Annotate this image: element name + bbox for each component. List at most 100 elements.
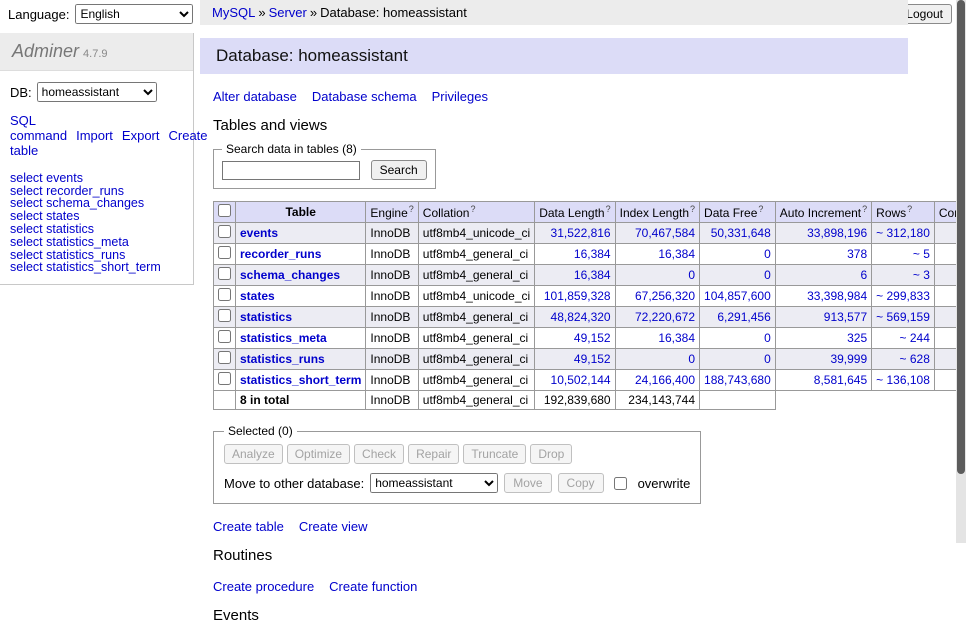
language-select[interactable]: English <box>75 4 193 24</box>
sidebar-select-link[interactable]: select events <box>10 172 183 185</box>
data-free-link[interactable]: 50,331,648 <box>711 226 771 240</box>
rows-link[interactable]: ~ 5 <box>913 247 930 261</box>
data-length-link[interactable]: 16,384 <box>574 268 611 282</box>
move-button[interactable]: Move <box>504 473 551 493</box>
sidebar-select-link[interactable]: select statistics <box>10 223 183 236</box>
data-length-link[interactable]: 10,502,144 <box>551 373 611 387</box>
rows-link[interactable]: ~ 136,108 <box>876 373 930 387</box>
doc-help-link[interactable]: ? <box>409 204 414 214</box>
doc-help-link[interactable]: ? <box>690 204 695 214</box>
doc-help-link[interactable]: ? <box>907 204 912 214</box>
table-name-link[interactable]: statistics_meta <box>240 331 327 345</box>
rows-link[interactable]: ~ 3 <box>913 268 930 282</box>
search-button[interactable]: Search <box>371 160 427 180</box>
routine-link[interactable]: Create procedure <box>213 579 314 594</box>
table-name-link[interactable]: states <box>240 289 275 303</box>
rows-link[interactable]: ~ 628 <box>900 352 930 366</box>
data-free-link[interactable]: 188,743,680 <box>704 373 771 387</box>
breadcrumb-server-link[interactable]: Server <box>269 5 307 20</box>
analyze-button[interactable]: Analyze <box>224 444 283 464</box>
doc-help-link[interactable]: ? <box>758 204 763 214</box>
routine-link[interactable]: Create function <box>329 579 417 594</box>
index-length-link[interactable]: 16,384 <box>658 247 695 261</box>
sidebar-select-link[interactable]: select statistics_meta <box>10 236 183 249</box>
data-length-link[interactable]: 101,859,328 <box>544 289 611 303</box>
index-length-link[interactable]: 72,220,672 <box>635 310 695 324</box>
table-name-link[interactable]: statistics_short_term <box>240 373 361 387</box>
index-length-link[interactable]: 67,256,320 <box>635 289 695 303</box>
data-length-link[interactable]: 16,384 <box>574 247 611 261</box>
data-length-link[interactable]: 49,152 <box>574 352 611 366</box>
sidebar-action-link[interactable]: SQL command <box>10 113 67 143</box>
breadcrumb-mysql-link[interactable]: MySQL <box>212 5 255 20</box>
db-action-link[interactable]: Privileges <box>432 89 488 104</box>
table-name-link[interactable]: statistics <box>240 310 292 324</box>
index-length-link[interactable]: 0 <box>688 352 695 366</box>
db-select[interactable]: homeassistant <box>37 82 157 102</box>
table-name-link[interactable]: events <box>240 226 278 240</box>
table-name-link[interactable]: recorder_runs <box>240 247 321 261</box>
truncate-button[interactable]: Truncate <box>463 444 526 464</box>
overwrite-checkbox[interactable] <box>614 477 627 490</box>
doc-help-link[interactable]: ? <box>606 204 611 214</box>
auto-increment-link[interactable]: 39,999 <box>830 352 867 366</box>
data-length-link[interactable]: 49,152 <box>574 331 611 345</box>
overwrite-label[interactable]: overwrite <box>638 476 691 491</box>
db-action-link[interactable]: Database schema <box>312 89 417 104</box>
create-link[interactable]: Create view <box>299 519 368 534</box>
doc-help-link[interactable]: ? <box>862 204 867 214</box>
data-length-link[interactable]: 48,824,320 <box>551 310 611 324</box>
row-checkbox[interactable] <box>218 246 231 259</box>
row-checkbox[interactable] <box>218 288 231 301</box>
data-free-link[interactable]: 0 <box>764 268 771 282</box>
row-checkbox[interactable] <box>218 351 231 364</box>
auto-increment-link[interactable]: 6 <box>860 268 867 282</box>
repair-button[interactable]: Repair <box>408 444 459 464</box>
scrollbar-thumb[interactable] <box>957 0 965 474</box>
table-name-link[interactable]: statistics_runs <box>240 352 325 366</box>
move-db-select[interactable]: homeassistant <box>370 473 498 493</box>
auto-increment-link[interactable]: 325 <box>847 331 867 345</box>
rows-link[interactable]: ~ 299,833 <box>876 289 930 303</box>
scrollbar[interactable] <box>956 0 966 543</box>
table-row: recorder_runsInnoDButf8mb4_general_ci16,… <box>214 244 966 265</box>
adminer-logo-link[interactable]: Adminer <box>12 41 79 61</box>
index-length-link[interactable]: 0 <box>688 268 695 282</box>
data-free-link[interactable]: 0 <box>764 352 771 366</box>
auto-increment-link[interactable]: 33,398,984 <box>807 289 867 303</box>
sidebar-action-link[interactable]: Export <box>122 128 160 143</box>
doc-help-link[interactable]: ? <box>470 204 475 214</box>
auto-increment-link[interactable]: 378 <box>847 247 867 261</box>
row-checkbox[interactable] <box>218 267 231 280</box>
search-input[interactable] <box>222 161 360 180</box>
data-free-link[interactable]: 0 <box>764 331 771 345</box>
select-all-checkbox[interactable] <box>218 204 231 217</box>
sidebar-action-link[interactable]: Import <box>76 128 113 143</box>
row-checkbox[interactable] <box>218 309 231 322</box>
index-length-link[interactable]: 24,166,400 <box>635 373 695 387</box>
rows-link[interactable]: ~ 312,180 <box>876 226 930 240</box>
sidebar-select-link[interactable]: select statistics_short_term <box>10 261 183 274</box>
copy-button[interactable]: Copy <box>558 473 604 493</box>
data-free-link[interactable]: 6,291,456 <box>717 310 770 324</box>
create-link[interactable]: Create table <box>213 519 284 534</box>
check-button[interactable]: Check <box>354 444 404 464</box>
optimize-button[interactable]: Optimize <box>287 444 350 464</box>
row-checkbox[interactable] <box>218 225 231 238</box>
table-name-link[interactable]: schema_changes <box>240 268 340 282</box>
auto-increment-link[interactable]: 913,577 <box>824 310 867 324</box>
rows-link[interactable]: ~ 569,159 <box>876 310 930 324</box>
rows-link[interactable]: ~ 244 <box>900 331 930 345</box>
row-select-cell <box>214 370 236 391</box>
index-length-link[interactable]: 70,467,584 <box>635 226 695 240</box>
auto-increment-link[interactable]: 8,581,645 <box>814 373 867 387</box>
drop-button[interactable]: Drop <box>530 444 572 464</box>
data-free-link[interactable]: 104,857,600 <box>704 289 771 303</box>
index-length-link[interactable]: 16,384 <box>658 331 695 345</box>
auto-increment-link[interactable]: 33,898,196 <box>807 226 867 240</box>
data-free-link[interactable]: 0 <box>764 247 771 261</box>
row-checkbox[interactable] <box>218 330 231 343</box>
db-action-link[interactable]: Alter database <box>213 89 297 104</box>
row-checkbox[interactable] <box>218 372 231 385</box>
data-length-link[interactable]: 31,522,816 <box>551 226 611 240</box>
